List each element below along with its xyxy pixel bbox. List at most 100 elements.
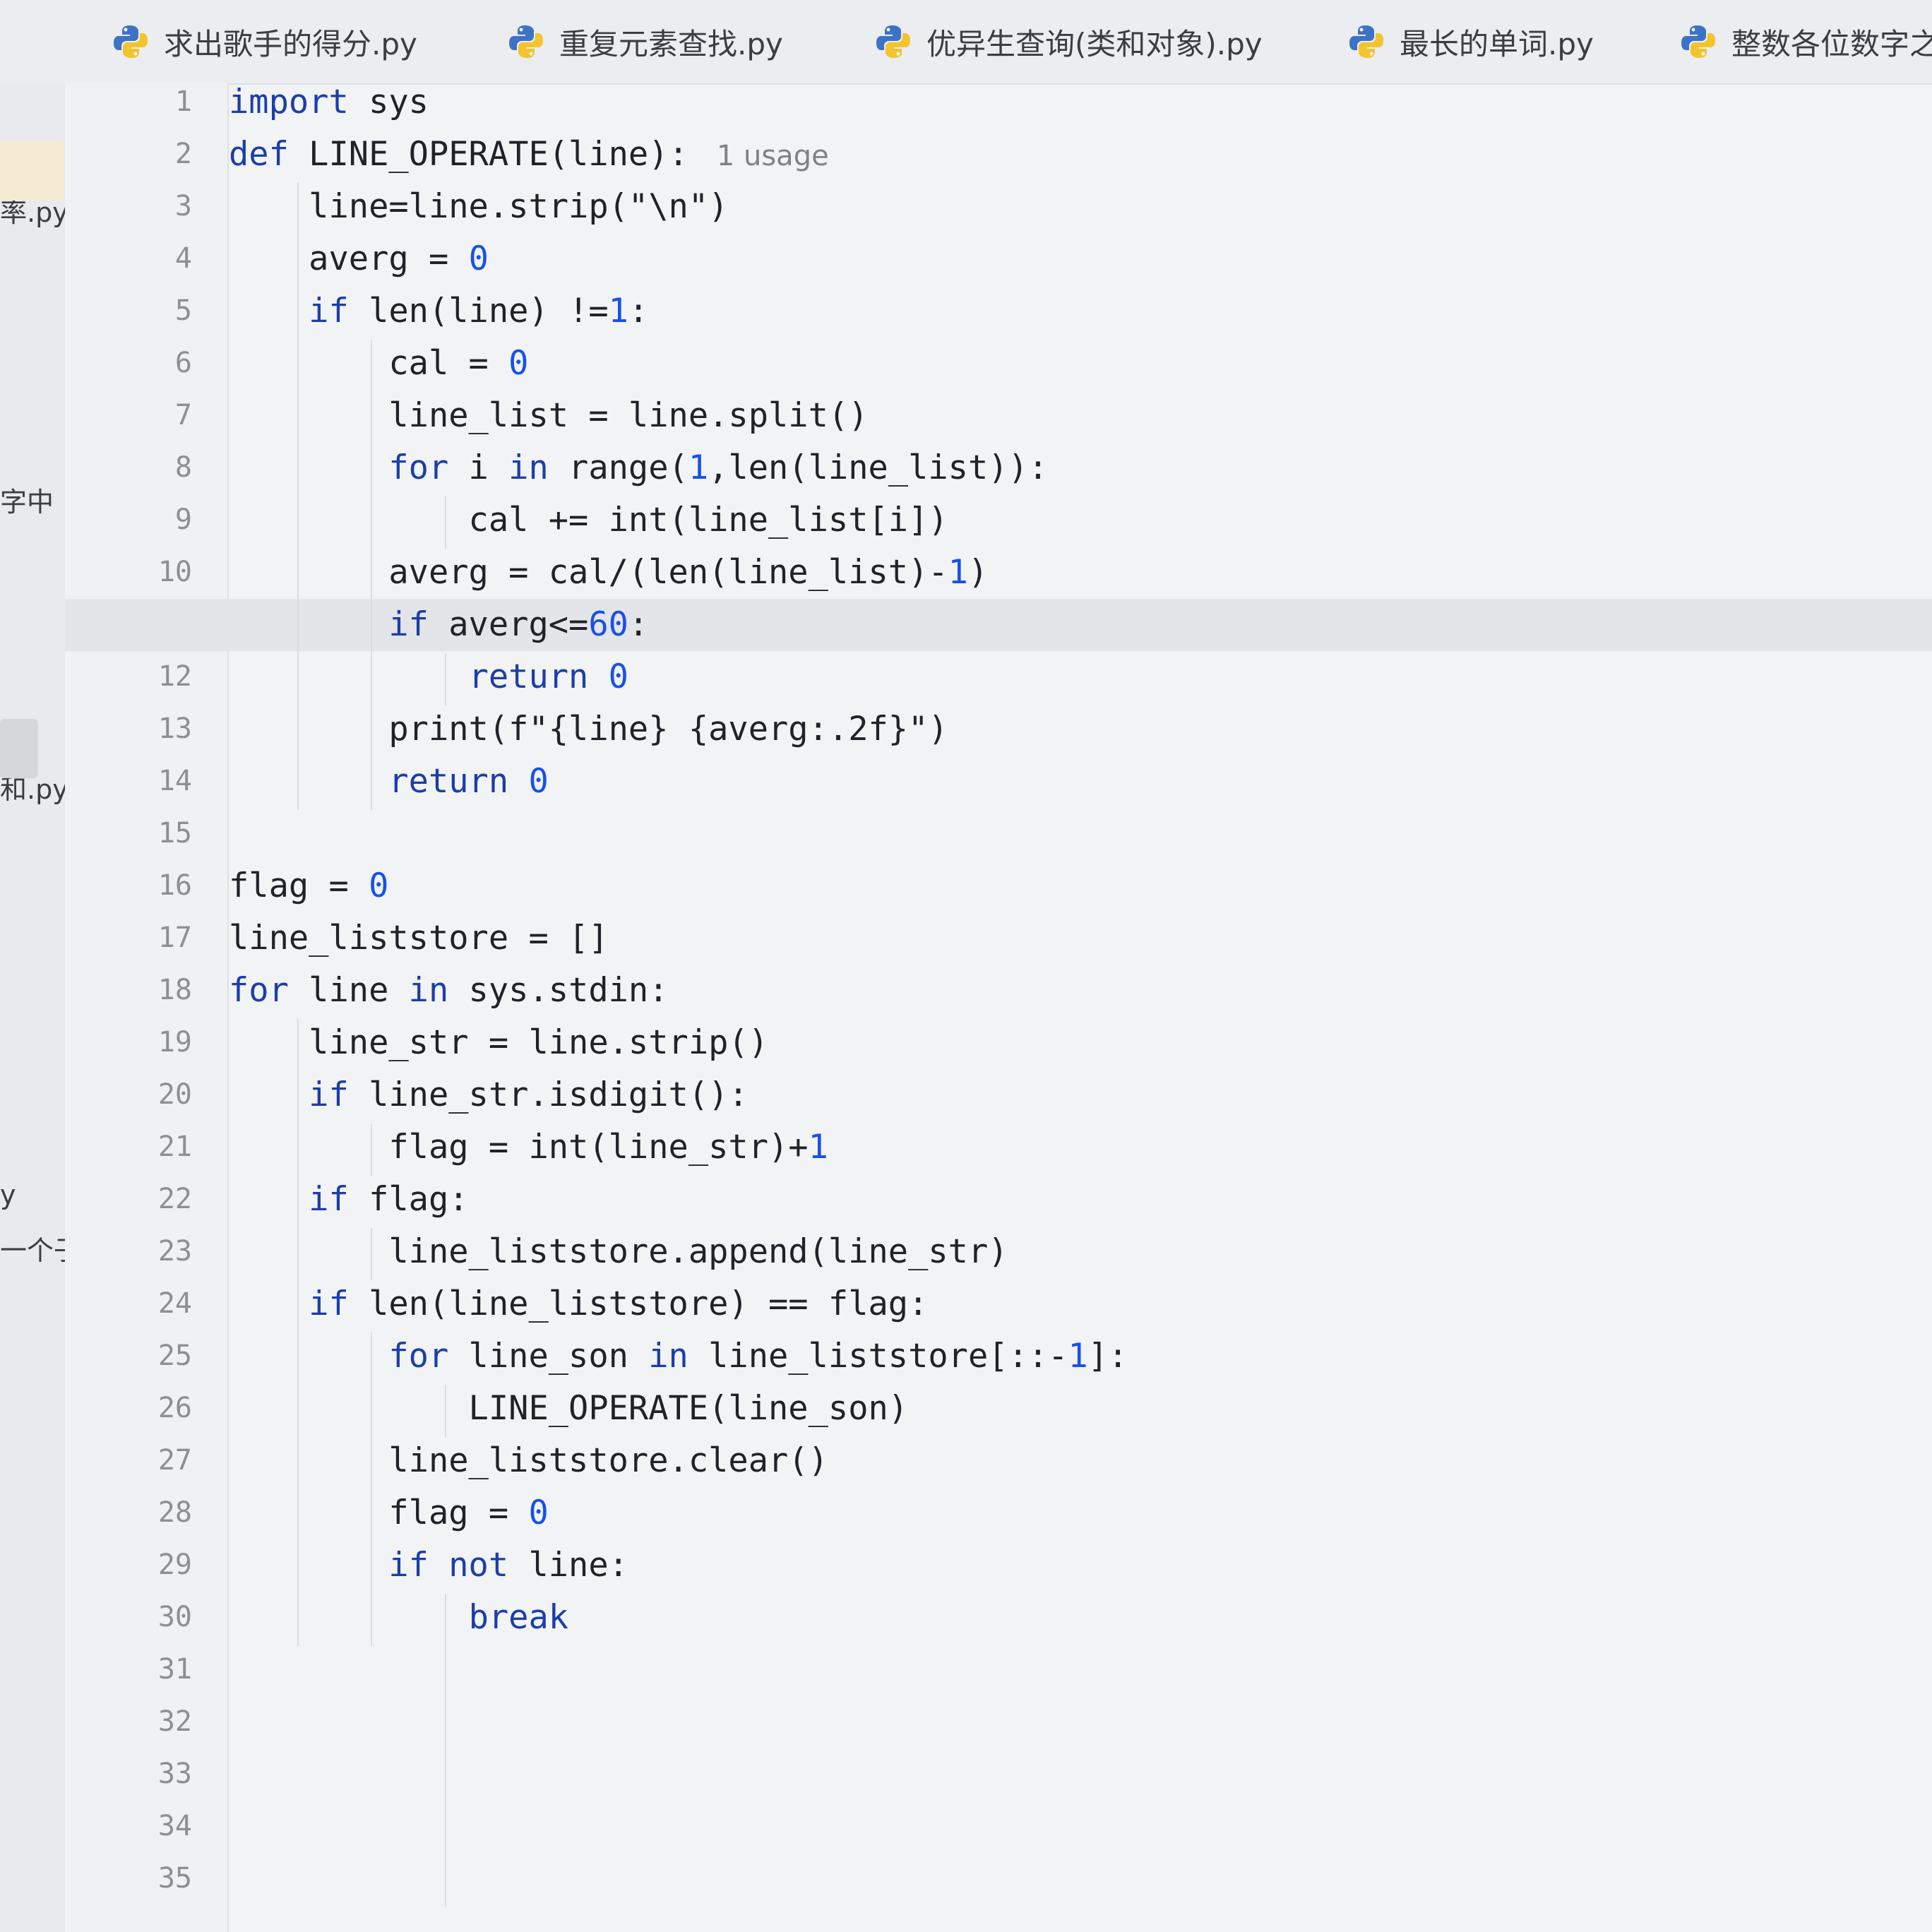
project-sidebar: 率.py字中和.pyy一个子多 [0,83,65,1932]
code-text: if not line: [388,1546,628,1585]
code-text: averg = 0 [229,239,489,278]
code-editor[interactable]: import sys def LINE_OPERATE(line): 1 usage… [65,81,1932,1932]
line-number: 23 [157,1235,192,1268]
code-line[interactable]: if averg<=60: [229,604,648,646]
line-number: 22 [157,1183,192,1215]
usage-hint[interactable]: 1 usage [717,140,829,172]
line-number: 2 [174,138,192,170]
line-number: 1 [174,85,192,118]
line-number: 31 [157,1653,192,1686]
indent-guide [444,1385,446,1437]
line-number: 33 [157,1758,192,1790]
code-text: if line_str.isdigit(): [309,1075,749,1114]
code-text: if len(line) !=1: [309,292,649,330]
code-line[interactable]: flag = int(line_str)+1 [229,1126,828,1169]
file-tab[interactable]: 整数各位数字之 [1681,0,1932,83]
line-number: 7 [174,399,192,431]
code-line[interactable]: break [229,1597,568,1639]
line-number: 12 [157,660,192,693]
code-text: for i in range(1,len(line_list)): [388,448,1049,487]
indent-guide [371,340,373,810]
file-tab[interactable]: 求出歌手的得分.py [113,0,417,83]
line-number: 9 [174,503,192,536]
code-text: if flag: [309,1180,469,1219]
line-number: 32 [157,1705,192,1738]
sidebar-file-item[interactable]: 字中 [0,480,54,519]
code-line[interactable]: def LINE_OPERATE(line): 1 usage [229,133,829,177]
code-line[interactable]: for i in range(1,len(line_list)): [229,447,1048,489]
file-tab-label: 重复元素查找.py [559,26,783,61]
line-number: 10 [157,556,192,588]
code-line[interactable]: flag = 0 [229,1492,549,1534]
code-text: print(f"{line} {averg:.2f}") [229,710,948,749]
code-line[interactable]: cal = 0 [229,342,528,385]
file-tab[interactable]: 最长的单词.py [1349,0,1594,83]
code-text: return 0 [468,657,628,696]
code-line[interactable]: if line_str.isdigit(): [229,1074,749,1116]
file-tab[interactable]: 重复元素查找.py [508,0,783,83]
code-line[interactable]: import sys [229,81,429,124]
line-number: 18 [157,974,192,1006]
indent-guide [371,1228,373,1280]
line-number: 14 [157,765,192,797]
code-text: line_liststore.append(line_str) [229,1232,1008,1271]
code-line[interactable]: if not line: [229,1544,628,1587]
code-line[interactable]: if flag: [229,1179,469,1221]
code-line[interactable]: for line in sys.stdin: [229,970,669,1012]
code-line[interactable]: averg = 0 [229,238,489,280]
code-text: flag = int(line_str)+1 [229,1128,828,1167]
sidebar-file-item[interactable]: 一个子多 [0,1229,65,1268]
line-number: 4 [174,242,192,275]
code-text: for line_son in line_liststore[::-1]: [388,1337,1128,1376]
line-number: 3 [174,190,192,222]
sidebar-highlight [0,141,64,201]
code-text: if averg<=60: [388,605,649,644]
code-line[interactable]: if len(line_liststore) == flag: [229,1283,928,1325]
indent-guide [444,496,446,549]
code-text: LINE_OPERATE(line_son) [229,1389,909,1428]
indent-guide [444,653,446,705]
code-line[interactable]: cal += int(line_list[i]) [229,499,948,542]
code-line[interactable]: return 0 [229,761,549,803]
code-line[interactable]: line_liststore = [] [229,917,609,960]
editor-tab-bar: 求出歌手的得分.py 重复元素查找.py 优异生查询(类和对象).py 最长的单词.p… [0,0,1932,85]
code-text: return 0 [388,762,549,801]
file-tab-label: 整数各位数字之 [1731,26,1932,61]
code-line[interactable]: averg = cal/(len(line_list)-1) [229,551,988,594]
code-line[interactable]: line=line.strip("\n") [229,186,728,228]
code-line[interactable]: for line_son in line_liststore[::-1]: [229,1335,1128,1378]
code-line[interactable]: line_liststore.append(line_str) [229,1231,1008,1273]
python-file-icon [1681,25,1715,58]
code-text: cal = 0 [229,344,529,383]
line-number: 26 [157,1392,192,1424]
code-text: flag = 0 [229,1493,549,1532]
line-number: 8 [174,451,192,484]
line-number-gutter: 1234567891011121314151617181920212223242… [65,83,229,1932]
line-number: 16 [157,869,192,902]
line-number: 28 [157,1496,192,1529]
indent-guide [371,1123,373,1176]
code-line[interactable]: line_liststore.clear() [229,1440,828,1482]
line-number: 27 [157,1444,192,1477]
code-text: for line in sys.stdin: [229,971,669,1010]
line-number: 20 [157,1078,192,1111]
line-number: 19 [157,1026,192,1059]
sidebar-selection [0,719,38,778]
python-file-icon [114,25,148,58]
code-line[interactable]: flag = 0 [229,865,388,907]
line-number: 21 [157,1131,192,1163]
code-text: line_liststore = [] [229,919,609,958]
code-line[interactable]: return 0 [229,656,628,698]
indent-guide [297,1019,299,1646]
file-tab-label: 求出歌手的得分.py [164,26,417,61]
python-file-icon [509,25,543,58]
line-number: 17 [157,922,192,954]
code-line[interactable]: line_str = line.strip() [229,1022,768,1064]
code-line[interactable]: if len(line) !=1: [229,290,648,333]
sidebar-file-item[interactable]: y [0,1179,16,1210]
file-tab[interactable]: 优异生查询(类和对象).py [876,0,1263,83]
code-line[interactable]: LINE_OPERATE(line_son) [229,1388,909,1430]
code-text: break [468,1598,569,1637]
code-line[interactable]: line_list = line.split() [229,395,868,437]
code-line[interactable]: print(f"{line} {averg:.2f}") [229,708,948,751]
